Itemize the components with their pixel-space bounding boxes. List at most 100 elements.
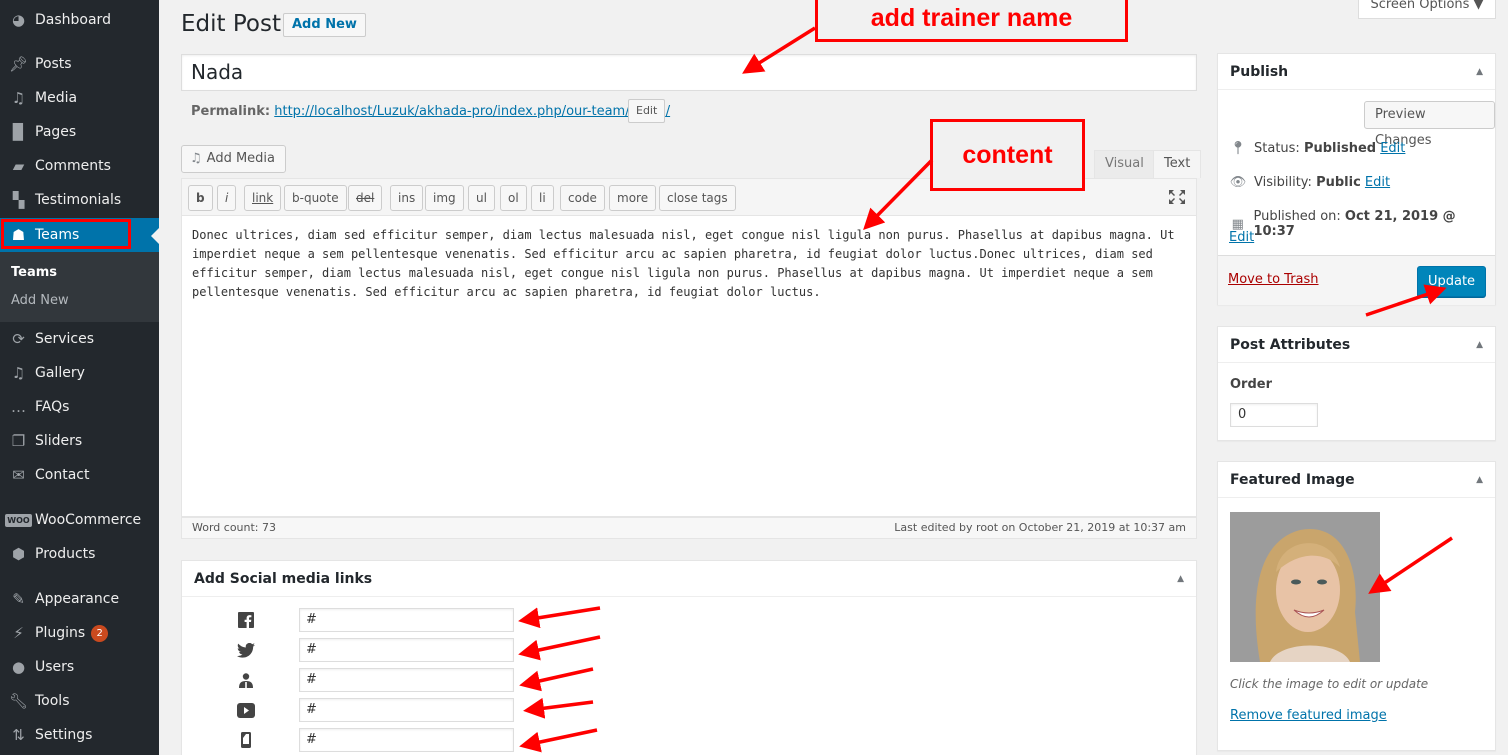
status-edit-link[interactable]: Edit	[1380, 141, 1405, 156]
sidebar-item-plugins[interactable]: ⚡︎ Plugins 2	[0, 616, 159, 650]
comment-icon: ▰	[12, 157, 25, 175]
quicktags-toolbar: b i link b-quote del ins img ul ol li co…	[181, 178, 1197, 216]
sidebar-item-settings[interactable]: ⇅ Settings	[0, 718, 159, 752]
qt-italic-button[interactable]: i	[217, 185, 237, 211]
brush-icon: ✎	[12, 590, 25, 608]
youtube-icon	[236, 701, 256, 719]
images-icon: ❐	[11, 432, 26, 450]
qt-del-button[interactable]: del	[348, 185, 383, 211]
qt-code-button[interactable]: code	[560, 185, 605, 211]
fullscreen-icon[interactable]	[1168, 189, 1186, 205]
content-textarea[interactable]: Donec ultrices, diam sed efficitur sempe…	[181, 216, 1197, 517]
social-row-mobile: #	[182, 728, 782, 752]
move-to-trash-link[interactable]: Move to Trash	[1228, 272, 1319, 287]
youtube-url-input[interactable]: #	[299, 698, 514, 722]
word-count: Word count: 73	[192, 521, 277, 534]
plugins-update-badge: 2	[91, 624, 109, 642]
permalink-label: Permalink:	[191, 104, 271, 119]
sidebar-item-products[interactable]: ⬢ Products	[0, 537, 159, 571]
qt-ol-button[interactable]: ol	[500, 185, 527, 211]
sidebar-item-testimonials[interactable]: ▚ Testimonials	[0, 183, 159, 217]
qt-bold-button[interactable]: b	[188, 185, 213, 211]
media-icon: ♫	[11, 89, 26, 107]
sidebar-item-posts[interactable]: 📌︎ Posts	[0, 47, 159, 81]
sidebar-item-teams[interactable]: ☗ Teams	[0, 218, 159, 252]
person-url-input[interactable]: #	[299, 668, 514, 692]
add-new-button[interactable]: Add New	[283, 13, 366, 37]
post-title-input[interactable]: Nada	[181, 54, 1197, 91]
sidebar-item-contact[interactable]: ✉ Contact	[0, 458, 159, 492]
order-input[interactable]: 0	[1230, 403, 1318, 427]
sidebar-item-woocommerce[interactable]: WOO WooCommerce	[0, 503, 159, 537]
publish-box: Publish ▲ Preview Changes 📍︎ Status: Pub…	[1217, 53, 1496, 305]
sidebar-item-faqs[interactable]: … FAQs	[0, 390, 159, 424]
submenu-item-teams[interactable]: Teams	[11, 265, 57, 280]
preview-changes-button[interactable]: Preview Changes	[1364, 101, 1495, 148]
sidebar-item-users[interactable]: ● Users	[0, 650, 159, 684]
eye-icon: 👁︎	[1229, 175, 1247, 190]
sidebar-item-tools[interactable]: 🔧︎ Tools	[0, 684, 159, 718]
wrench-icon: 🔧︎	[8, 692, 29, 710]
sidebar-item-sliders[interactable]: ❐ Sliders	[0, 424, 159, 458]
post-attributes-box: Post Attributes ▲ Order 0	[1217, 326, 1496, 441]
sidebar-item-media[interactable]: ♫ Media	[0, 81, 159, 115]
publish-actions: Move to Trash Update	[1218, 255, 1495, 305]
groups-icon: ☗	[11, 226, 26, 244]
facebook-url-input[interactable]: #	[299, 608, 514, 632]
publish-box-header[interactable]: Publish ▲	[1218, 54, 1495, 90]
media-icon: ♫	[11, 364, 26, 382]
pages-icon: ▉	[12, 123, 25, 141]
update-button[interactable]: Update	[1417, 266, 1486, 297]
tab-visual[interactable]: Visual	[1094, 150, 1155, 178]
qt-li-button[interactable]: li	[531, 185, 554, 211]
featured-image-thumbnail[interactable]	[1230, 512, 1380, 662]
publish-date-edit-link[interactable]: Edit	[1229, 230, 1254, 245]
qt-link-button[interactable]: link	[244, 185, 282, 211]
permalink-link[interactable]: http://localhost/Luzuk/akhada-pro/index.…	[274, 104, 670, 119]
qt-more-button[interactable]: more	[609, 185, 657, 211]
qt-close-tags-button[interactable]: close tags	[659, 185, 736, 211]
chat-bubble-icon: …	[11, 398, 26, 416]
social-row-twitter: #	[182, 638, 782, 662]
sidebar-item-services[interactable]: ⟳ Services	[0, 322, 159, 356]
pin-icon: 📍︎	[1229, 141, 1247, 156]
collapse-toggle-icon[interactable]: ▲	[1476, 54, 1483, 89]
attributes-box-header[interactable]: Post Attributes ▲	[1218, 327, 1495, 363]
featured-box-header[interactable]: Featured Image ▲	[1218, 462, 1495, 498]
sidebar-item-gallery[interactable]: ♫ Gallery	[0, 356, 159, 390]
twitter-url-input[interactable]: #	[299, 638, 514, 662]
editor-status-bar: Word count: 73 Last edited by root on Oc…	[181, 517, 1197, 539]
qt-bquote-button[interactable]: b-quote	[284, 185, 347, 211]
sidebar-item-appearance[interactable]: ✎ Appearance	[0, 582, 159, 616]
active-menu-caret	[151, 228, 159, 244]
sidebar-item-comments[interactable]: ▰ Comments	[0, 149, 159, 183]
social-box-header[interactable]: Add Social media links ▲	[182, 561, 1196, 597]
submenu-item-add-new[interactable]: Add New	[11, 293, 69, 308]
plug-icon: ⚡︎	[13, 624, 24, 642]
mobile-url-input[interactable]: #	[299, 728, 514, 752]
sidebar-item-dashboard[interactable]: ◕ Dashboard	[0, 3, 159, 37]
remove-featured-image-link[interactable]: Remove featured image	[1230, 708, 1387, 723]
tab-text[interactable]: Text	[1153, 150, 1202, 178]
visibility-edit-link[interactable]: Edit	[1365, 175, 1390, 190]
qt-img-button[interactable]: img	[425, 185, 464, 211]
qt-ul-button[interactable]: ul	[468, 185, 495, 211]
post-visibility: 👁︎ Visibility: Public Edit	[1229, 175, 1391, 190]
testimonials-icon: ▚	[12, 191, 25, 209]
social-row-person: #	[182, 668, 782, 692]
admin-sidebar: ◕ Dashboard 📌︎ Posts ♫ Media ▉ Pages ▰ Commen…	[0, 0, 159, 755]
collapse-toggle-icon[interactable]: ▲	[1476, 462, 1483, 497]
screen-options-button[interactable]: Screen Options ▼	[1358, 0, 1496, 19]
facebook-icon	[236, 611, 256, 629]
sidebar-item-pages[interactable]: ▉ Pages	[0, 115, 159, 149]
permalink-edit-button[interactable]: Edit	[628, 99, 666, 123]
collapse-toggle-icon[interactable]: ▲	[1476, 327, 1483, 362]
pin-icon: 📌︎	[8, 55, 29, 73]
annotation-trainer-name: add trainer name	[815, 0, 1128, 42]
add-media-button[interactable]: ♫ Add Media	[181, 145, 287, 173]
last-edited: Last edited by root on October 21, 2019 …	[894, 521, 1186, 534]
collapse-toggle-icon[interactable]: ▲	[1177, 561, 1184, 596]
person-icon	[236, 671, 256, 689]
qt-ins-button[interactable]: ins	[390, 185, 424, 211]
media-icon: ♫	[190, 151, 202, 166]
